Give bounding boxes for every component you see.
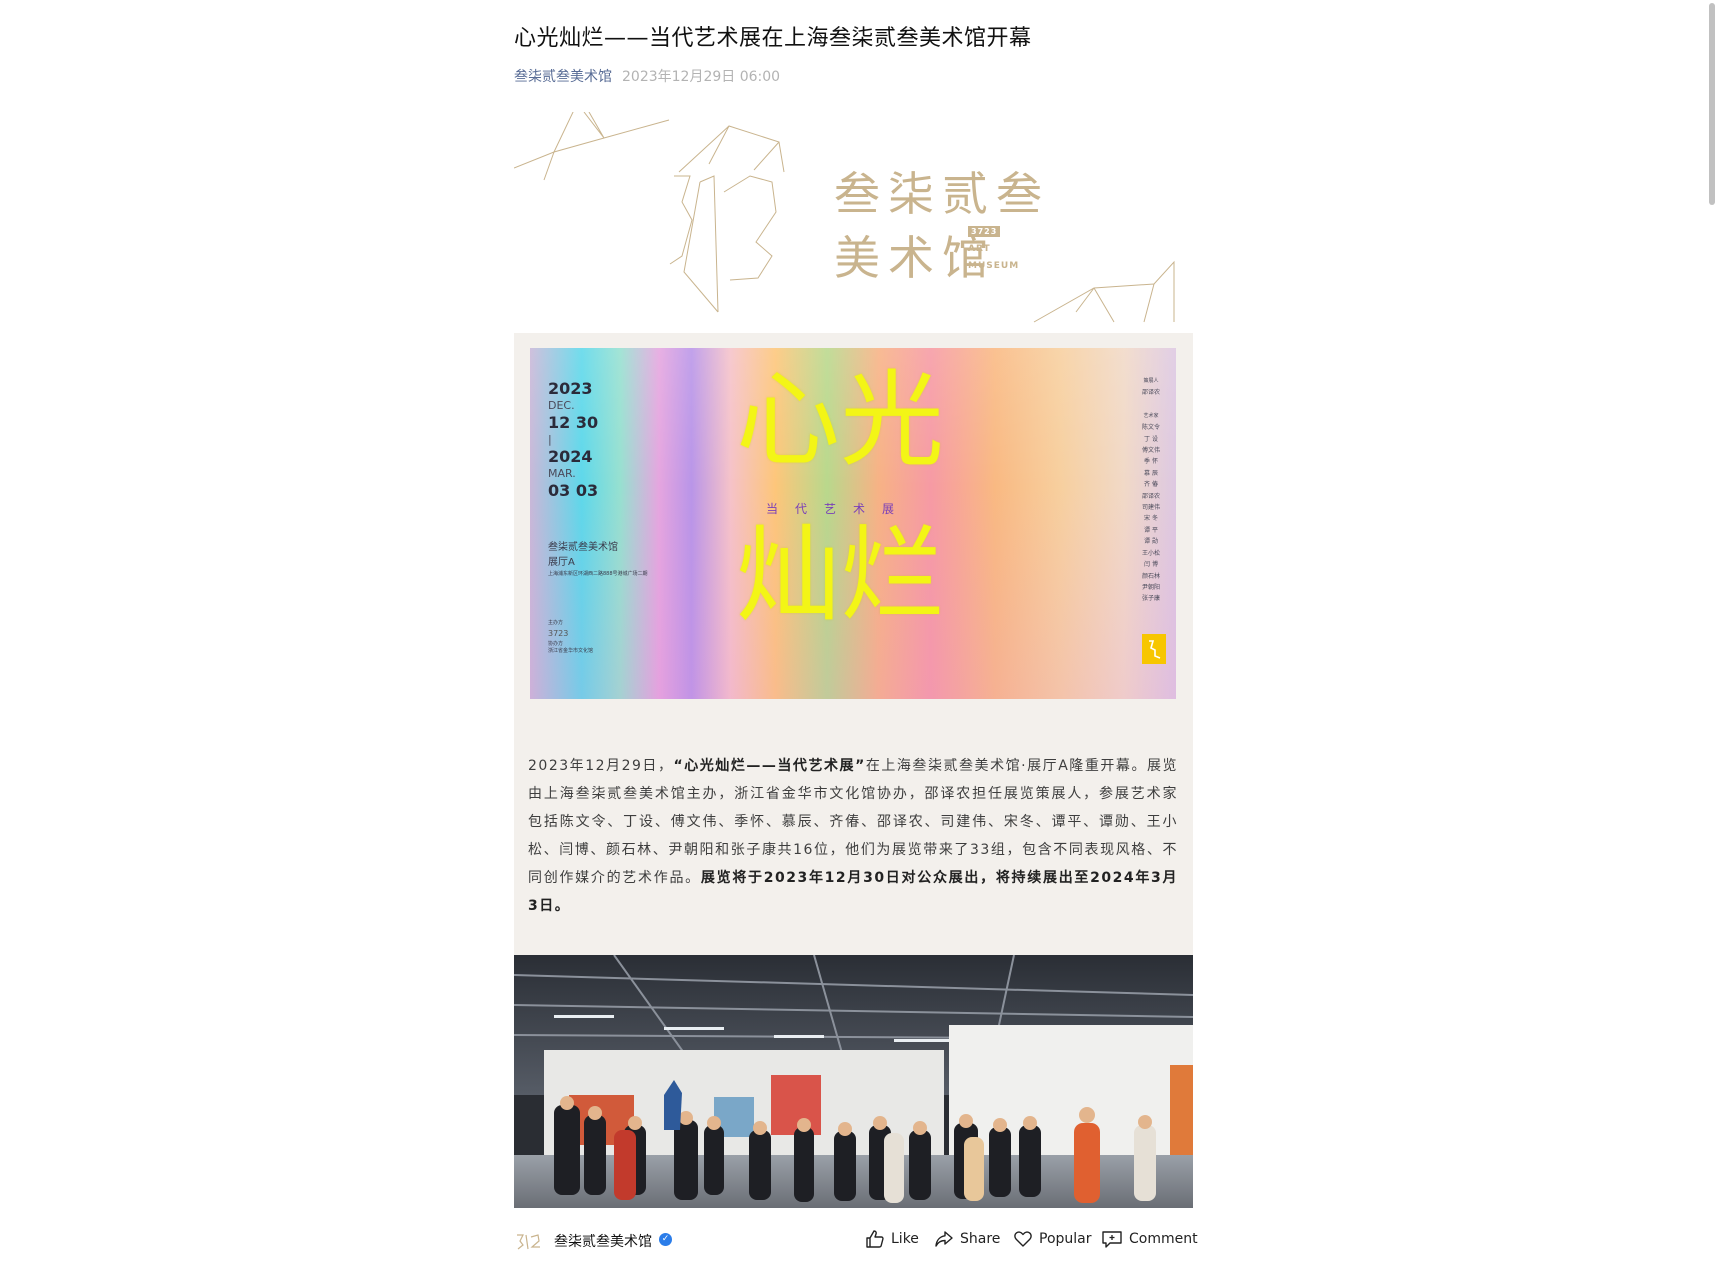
poster-title-line1: 心光 [736, 359, 945, 481]
museum-logo-icon [517, 1234, 540, 1250]
article-footer: 叁柒贰叁美术馆 ✓ Like Share Popular Comment [514, 1227, 1198, 1257]
page-scrollbar[interactable] [1706, 0, 1718, 1270]
share-button[interactable]: Share [934, 1229, 1000, 1249]
footer-account-name[interactable]: 叁柒贰叁美术馆 [554, 1231, 652, 1251]
article-meta: 叁柒贰叁美术馆 2023年12月29日 06:00 [514, 66, 780, 86]
poster-dates: 2023 DEC. 12 30 | 2024 MAR. 03 03 [548, 379, 599, 500]
poster-title-line2: 灿烂 [736, 514, 945, 636]
account-name-link[interactable]: 叁柒贰叁美术馆 [514, 69, 612, 85]
museum-mark-icon [1149, 640, 1161, 659]
museum-logo-banner: 叁柒贰叁 美术馆 3723 ART MUSEUM [514, 112, 1193, 326]
poster-venue: 叁柒贰叁美术馆 展厅A 上海浦东新区环湖西二路888号港城广场二期 [548, 542, 648, 577]
gallery-scene [514, 955, 1193, 1208]
comment-bubble-icon [1102, 1231, 1122, 1248]
poster-artist-list: 策展人 邵译农 艺术家 陈文令 丁 设 傅文伟 季 怀 慕 辰 齐 偆 邵译农 … [1141, 378, 1160, 603]
popular-button[interactable]: Popular [1013, 1229, 1092, 1249]
organizer-logo: 3723 [548, 629, 569, 638]
verified-badge-icon: ✓ [659, 1233, 672, 1246]
popular-label: Popular [1039, 1231, 1092, 1247]
article-paragraph: 2023年12月29日，“心光灿烂——当代艺术展”在上海叁柒贰叁美术馆·展厅A隆… [528, 758, 1179, 914]
exhibition-poster[interactable]: 2023 DEC. 12 30 | 2024 MAR. 03 03 叁柒贰叁美术… [530, 348, 1176, 699]
poster-organizers: 主办方 3723 协办方 浙江省金华市文化馆 [548, 620, 594, 654]
like-button[interactable]: Like [865, 1229, 919, 1249]
poster-museum-badge [1142, 634, 1166, 664]
share-label: Share [960, 1231, 1001, 1247]
publish-date: 2023年12月29日 06:00 [622, 69, 781, 85]
logo-english-name: 3723 ART MUSEUM [968, 226, 1020, 271]
article-title: 心光灿烂——当代艺术展在上海叁柒贰叁美术馆开幕 [514, 26, 1032, 51]
comment-button[interactable]: Comment [1101, 1229, 1198, 1249]
thumbs-up-icon [866, 1230, 884, 1248]
heart-icon [1014, 1231, 1032, 1247]
opening-ceremony-photo[interactable] [514, 955, 1193, 1208]
scrollbar-thumb[interactable] [1709, 3, 1715, 205]
comment-label: Comment [1129, 1231, 1198, 1247]
logo-badge: 3723 [968, 226, 1001, 237]
content-block: 2023 DEC. 12 30 | 2024 MAR. 03 03 叁柒贰叁美术… [514, 333, 1193, 955]
account-avatar[interactable] [514, 1229, 544, 1251]
like-label: Like [891, 1231, 919, 1247]
share-arrow-icon [935, 1231, 953, 1247]
